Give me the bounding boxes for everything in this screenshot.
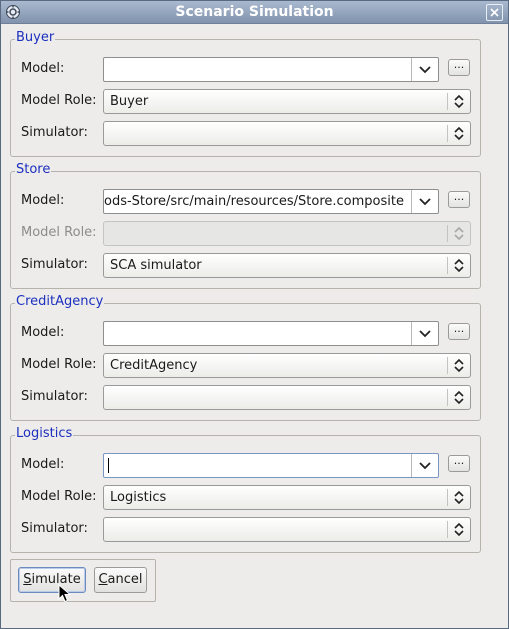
model-combo[interactable] — [103, 453, 439, 478]
simulator-label: Simulator: — [21, 389, 88, 404]
model-combo[interactable]: ods-Store/src/main/resources/Store.compo… — [103, 189, 439, 214]
cancel-label: ancel — [107, 572, 143, 587]
up-down-arrows-icon — [454, 226, 464, 241]
chevron-down-icon — [419, 329, 431, 337]
group-title: CreditAgency — [15, 294, 105, 309]
up-down-arrows-icon — [454, 390, 464, 405]
chevron-down-icon — [419, 197, 431, 205]
browse-button[interactable]: ... — [448, 455, 470, 472]
combo-dropdown-button[interactable] — [411, 190, 438, 213]
logistics-group: Logistics Model: ... Model Role: Logisti… — [10, 426, 481, 553]
close-button[interactable] — [486, 4, 503, 21]
model-label: Model: — [21, 325, 65, 340]
group-title: Store — [15, 162, 52, 177]
model-role-value: Logistics — [110, 490, 167, 505]
combo-dropdown-button[interactable] — [411, 322, 438, 345]
up-down-arrows-icon — [454, 94, 464, 109]
up-down-arrows-icon — [454, 126, 464, 141]
browse-button[interactable]: ... — [448, 323, 470, 340]
model-label: Model: — [21, 457, 65, 472]
model-role-select[interactable]: Logistics — [103, 485, 471, 510]
mouse-pointer-icon — [58, 584, 72, 603]
up-down-arrows-icon — [454, 490, 464, 505]
chevron-down-icon — [419, 461, 431, 469]
scenario-simulation-dialog: Scenario Simulation Buyer Model: ... Mod… — [0, 0, 509, 629]
simulator-label: Simulator: — [21, 257, 88, 272]
simulate-button[interactable]: Simulate — [18, 567, 86, 593]
model-role-value: CreditAgency — [110, 358, 198, 373]
model-role-select — [103, 221, 471, 246]
simulate-label: imulate — [31, 572, 81, 587]
simulator-select[interactable] — [103, 517, 471, 542]
close-icon — [490, 8, 499, 17]
simulate-mnemonic: S — [23, 572, 32, 587]
model-role-select[interactable]: CreditAgency — [103, 353, 471, 378]
model-role-select[interactable]: Buyer — [103, 89, 471, 114]
simulator-select[interactable] — [103, 385, 471, 410]
model-role-label: Model Role: — [21, 93, 97, 108]
model-role-label: Model Role: — [21, 225, 97, 240]
model-label: Model: — [21, 61, 65, 76]
model-combo[interactable] — [103, 57, 439, 82]
creditagency-group: CreditAgency Model: ... Model Role: Cred… — [10, 294, 481, 421]
model-value: ods-Store/src/main/resources/Store.compo… — [104, 194, 404, 209]
up-down-arrows-icon — [454, 358, 464, 373]
browse-button[interactable]: ... — [448, 191, 470, 208]
up-down-arrows-icon — [454, 522, 464, 537]
group-title: Buyer — [15, 30, 56, 45]
model-role-value: Buyer — [110, 94, 149, 109]
simulator-value: SCA simulator — [110, 258, 202, 273]
model-combo[interactable] — [103, 321, 439, 346]
model-label: Model: — [21, 193, 65, 208]
cancel-button[interactable]: Cancel — [94, 567, 147, 593]
simulator-label: Simulator: — [21, 521, 88, 536]
browse-button[interactable]: ... — [448, 59, 470, 76]
button-panel: Simulate Cancel — [10, 559, 156, 602]
window-title: Scenario Simulation — [175, 4, 334, 20]
cancel-mnemonic: C — [98, 572, 108, 587]
combo-dropdown-button[interactable] — [411, 454, 438, 477]
model-role-label: Model Role: — [21, 357, 97, 372]
simulator-label: Simulator: — [21, 125, 88, 140]
buyer-group: Buyer Model: ... Model Role: Buyer Simul… — [10, 30, 481, 157]
title-bar[interactable]: Scenario Simulation — [1, 1, 508, 24]
store-group: Store Model: ods-Store/src/main/resource… — [10, 162, 481, 289]
simulator-select[interactable] — [103, 121, 471, 146]
combo-dropdown-button[interactable] — [411, 58, 438, 81]
group-title: Logistics — [15, 426, 74, 441]
model-role-label: Model Role: — [21, 489, 97, 504]
simulator-select[interactable]: SCA simulator — [103, 253, 471, 278]
up-down-arrows-icon — [454, 258, 464, 273]
chevron-down-icon — [419, 65, 431, 73]
